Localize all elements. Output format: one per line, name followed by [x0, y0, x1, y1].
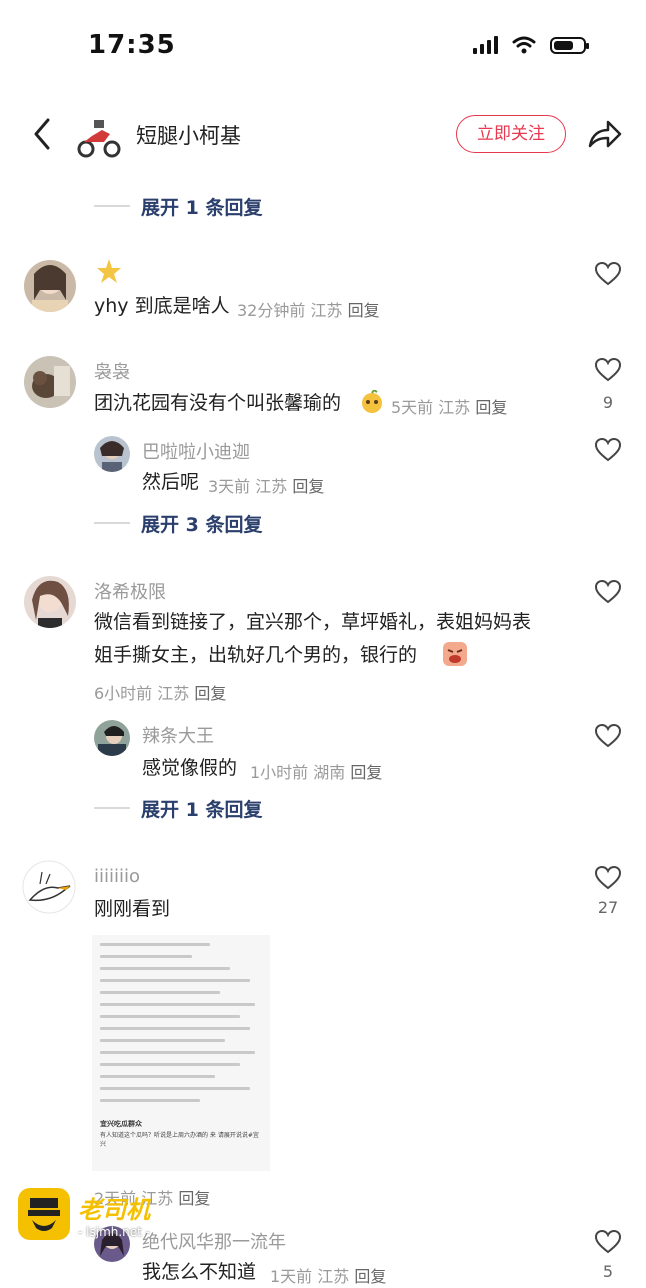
divider [94, 205, 130, 207]
reply-button[interactable]: 回复 [354, 1267, 386, 1286]
heart-outline-icon[interactable] [595, 724, 621, 748]
reply-button[interactable]: 回复 [350, 763, 382, 782]
comment-text: 感觉像假的 [142, 757, 238, 779]
comment-meta: 6小时前 江苏 回复 [94, 684, 227, 703]
watermark: 老司机 - lsjmh.net - [18, 1188, 150, 1240]
status-icons [473, 36, 589, 54]
comment-text: yhy 到底是啥人 [94, 295, 230, 317]
emoji-icon [362, 390, 382, 413]
battery-icon [550, 36, 589, 54]
comment-meta: 3天前 江苏 回复 [208, 477, 325, 496]
wifi-icon [512, 36, 536, 54]
heart-outline-icon[interactable] [595, 358, 621, 382]
watermark-logo-icon [18, 1188, 70, 1240]
commenter-name[interactable]: 袅袅 [94, 358, 130, 384]
reply-button[interactable]: 回复 [194, 684, 226, 703]
doc-body: 有人知道这个瓜吗？听说是上周六办酒的 来 请展开说说#宜兴 [100, 1132, 259, 1148]
expand-replies[interactable]: 展开 1 条回复 [141, 795, 262, 822]
commenter-name[interactable]: 绝代风华那一流年 [142, 1228, 286, 1254]
reply-button[interactable]: 回复 [178, 1189, 210, 1208]
follow-button[interactable]: 立即关注 [456, 115, 566, 153]
expand-replies[interactable]: 展开 3 条回复 [141, 510, 262, 537]
back-button[interactable] [24, 114, 64, 154]
avatar[interactable] [24, 260, 76, 312]
comment-text-line1: 微信看到链接了，宜兴那个，草坪婚礼，表姐妈妈表 [94, 611, 532, 633]
expand-replies[interactable]: 展开 1 条回复 [141, 193, 262, 220]
doc-title: 宜兴吃瓜群众 [100, 1120, 142, 1128]
divider [94, 522, 130, 524]
author-avatar[interactable] [74, 112, 122, 160]
reply-button[interactable]: 回复 [475, 398, 507, 417]
comment-text-line2: 姐手撕女主，出轨好几个男的，银行的 [94, 644, 418, 666]
watermark-title: 老司机 [78, 1195, 150, 1224]
comment-text: 团氿花园有没有个叫张馨瑜的 [94, 392, 342, 414]
like-count: 27 [597, 898, 619, 917]
commenter-name[interactable]: 辣条大王 [142, 722, 214, 748]
signal-icon [473, 36, 498, 54]
avatar[interactable] [22, 860, 76, 914]
avatar[interactable] [24, 356, 76, 408]
comment-meta: 1天前 江苏 回复 [270, 1267, 387, 1286]
comment-meta: 1小时前 湖南 回复 [250, 763, 383, 782]
comment-text: 然后呢 [142, 471, 200, 493]
avatar[interactable] [94, 436, 130, 472]
heart-outline-icon[interactable] [595, 262, 621, 286]
heart-outline-icon[interactable] [595, 580, 621, 604]
reply-button[interactable]: 回复 [348, 301, 380, 320]
heart-outline-icon[interactable] [595, 438, 621, 462]
like-count: 9 [602, 393, 614, 412]
crying-emoji-icon [443, 642, 467, 666]
share-arrow-icon[interactable] [586, 116, 624, 152]
avatar[interactable] [24, 576, 76, 628]
comment-text: 刚刚看到 [94, 898, 171, 920]
heart-outline-icon[interactable] [595, 1230, 621, 1254]
commenter-name[interactable]: 巴啦啦小迪迦 [142, 438, 250, 464]
commenter-name[interactable]: 洛希极限 [94, 578, 166, 604]
star-emoji-icon [97, 259, 121, 283]
divider [94, 807, 130, 809]
heart-outline-icon[interactable] [595, 866, 621, 890]
like-count: 5 [602, 1262, 614, 1281]
comment-text: 我怎么不知道 [142, 1261, 257, 1283]
status-time: 17:35 [88, 30, 176, 60]
avatar[interactable] [94, 720, 130, 756]
commenter-name[interactable]: iiiiiiio [94, 866, 140, 887]
author-name[interactable]: 短腿小柯基 [136, 120, 241, 150]
reply-button[interactable]: 回复 [292, 477, 324, 496]
comment-image[interactable]: 宜兴吃瓜群众 有人知道这个瓜吗？听说是上周六办酒的 来 请展开说说#宜兴 [92, 935, 270, 1171]
comment-meta: 32分钟前 江苏 回复 [237, 301, 380, 320]
comment-meta: 5天前 江苏 回复 [391, 398, 508, 417]
watermark-url: - lsjmh.net - [78, 1224, 151, 1239]
